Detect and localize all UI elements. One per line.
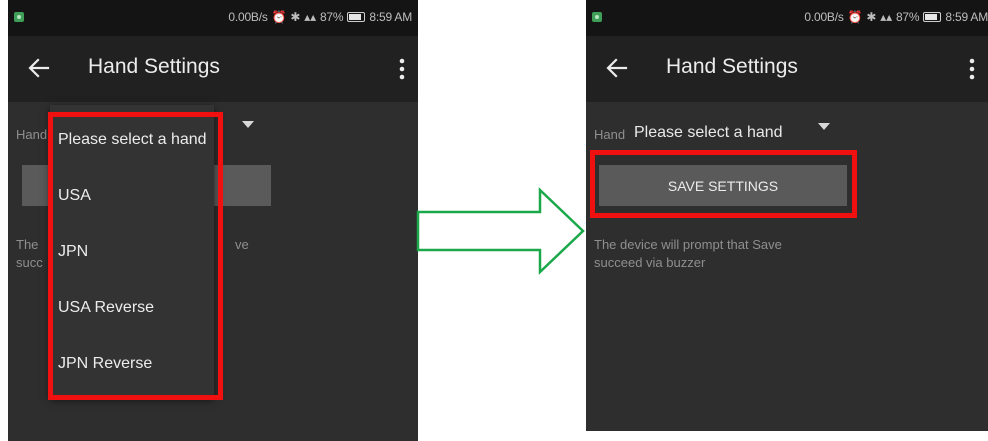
phone-screen-left: 0.00B/s ⏰ ✱ ▴▴ 87% 8:59 AM Hand Settings…	[8, 0, 418, 441]
info-text-end: ve	[235, 237, 249, 252]
back-arrow-icon[interactable]	[604, 54, 630, 82]
bluetooth-icon: ✱	[290, 10, 301, 24]
dropdown-caret-icon[interactable]	[242, 121, 254, 128]
app-bar: Hand Settings	[8, 36, 418, 102]
status-icons: 0.00B/s ⏰ ✱ ▴▴ 87% 8:59 AM	[228, 10, 412, 24]
clock: 8:59 AM	[369, 10, 412, 24]
highlight-box-save-button	[590, 150, 857, 218]
battery-level: 87%	[319, 10, 344, 24]
transition-arrow-icon	[416, 187, 585, 275]
overflow-menu-icon[interactable]	[398, 58, 406, 80]
app-notification-icon	[14, 12, 24, 22]
info-text-line2: succ	[16, 255, 43, 270]
info-text-line2: succeed via buzzer	[594, 255, 706, 270]
phone-screen-right: 0.00B/s ⏰ ✱ ▴▴ 87% 8:59 AM Hand Settings…	[586, 0, 988, 431]
alarm-icon: ⏰	[847, 10, 863, 24]
overflow-menu-icon[interactable]	[968, 58, 976, 80]
back-arrow-icon[interactable]	[26, 54, 52, 82]
app-notification-icon	[592, 12, 602, 22]
status-bar: 0.00B/s ⏰ ✱ ▴▴ 87% 8:59 AM	[8, 0, 418, 36]
info-text-start: The	[16, 237, 39, 252]
battery-icon	[923, 12, 942, 22]
status-icons: 0.00B/s ⏰ ✱ ▴▴ 87% 8:59 AM	[804, 10, 988, 24]
hand-label: Hand	[16, 127, 48, 142]
battery-icon	[347, 12, 366, 22]
clock: 8:59 AM	[945, 10, 988, 24]
bluetooth-icon: ✱	[866, 10, 877, 24]
signal-icon: ▴▴	[880, 10, 892, 24]
alarm-icon: ⏰	[271, 10, 287, 24]
app-bar: Hand Settings	[586, 36, 988, 102]
signal-icon: ▴▴	[304, 10, 316, 24]
network-speed: 0.00B/s	[228, 10, 268, 24]
page-title: Hand Settings	[666, 55, 798, 78]
hand-label: Hand	[594, 127, 626, 142]
highlight-box-dropdown	[48, 112, 223, 400]
dropdown-caret-icon[interactable]	[818, 123, 830, 130]
hand-dropdown[interactable]: Please select a hand	[634, 124, 783, 142]
page-title: Hand Settings	[88, 55, 220, 78]
info-text-line1: The device will prompt that Save	[594, 237, 782, 252]
battery-level: 87%	[895, 10, 920, 24]
status-bar: 0.00B/s ⏰ ✱ ▴▴ 87% 8:59 AM	[586, 0, 988, 36]
network-speed: 0.00B/s	[804, 10, 844, 24]
